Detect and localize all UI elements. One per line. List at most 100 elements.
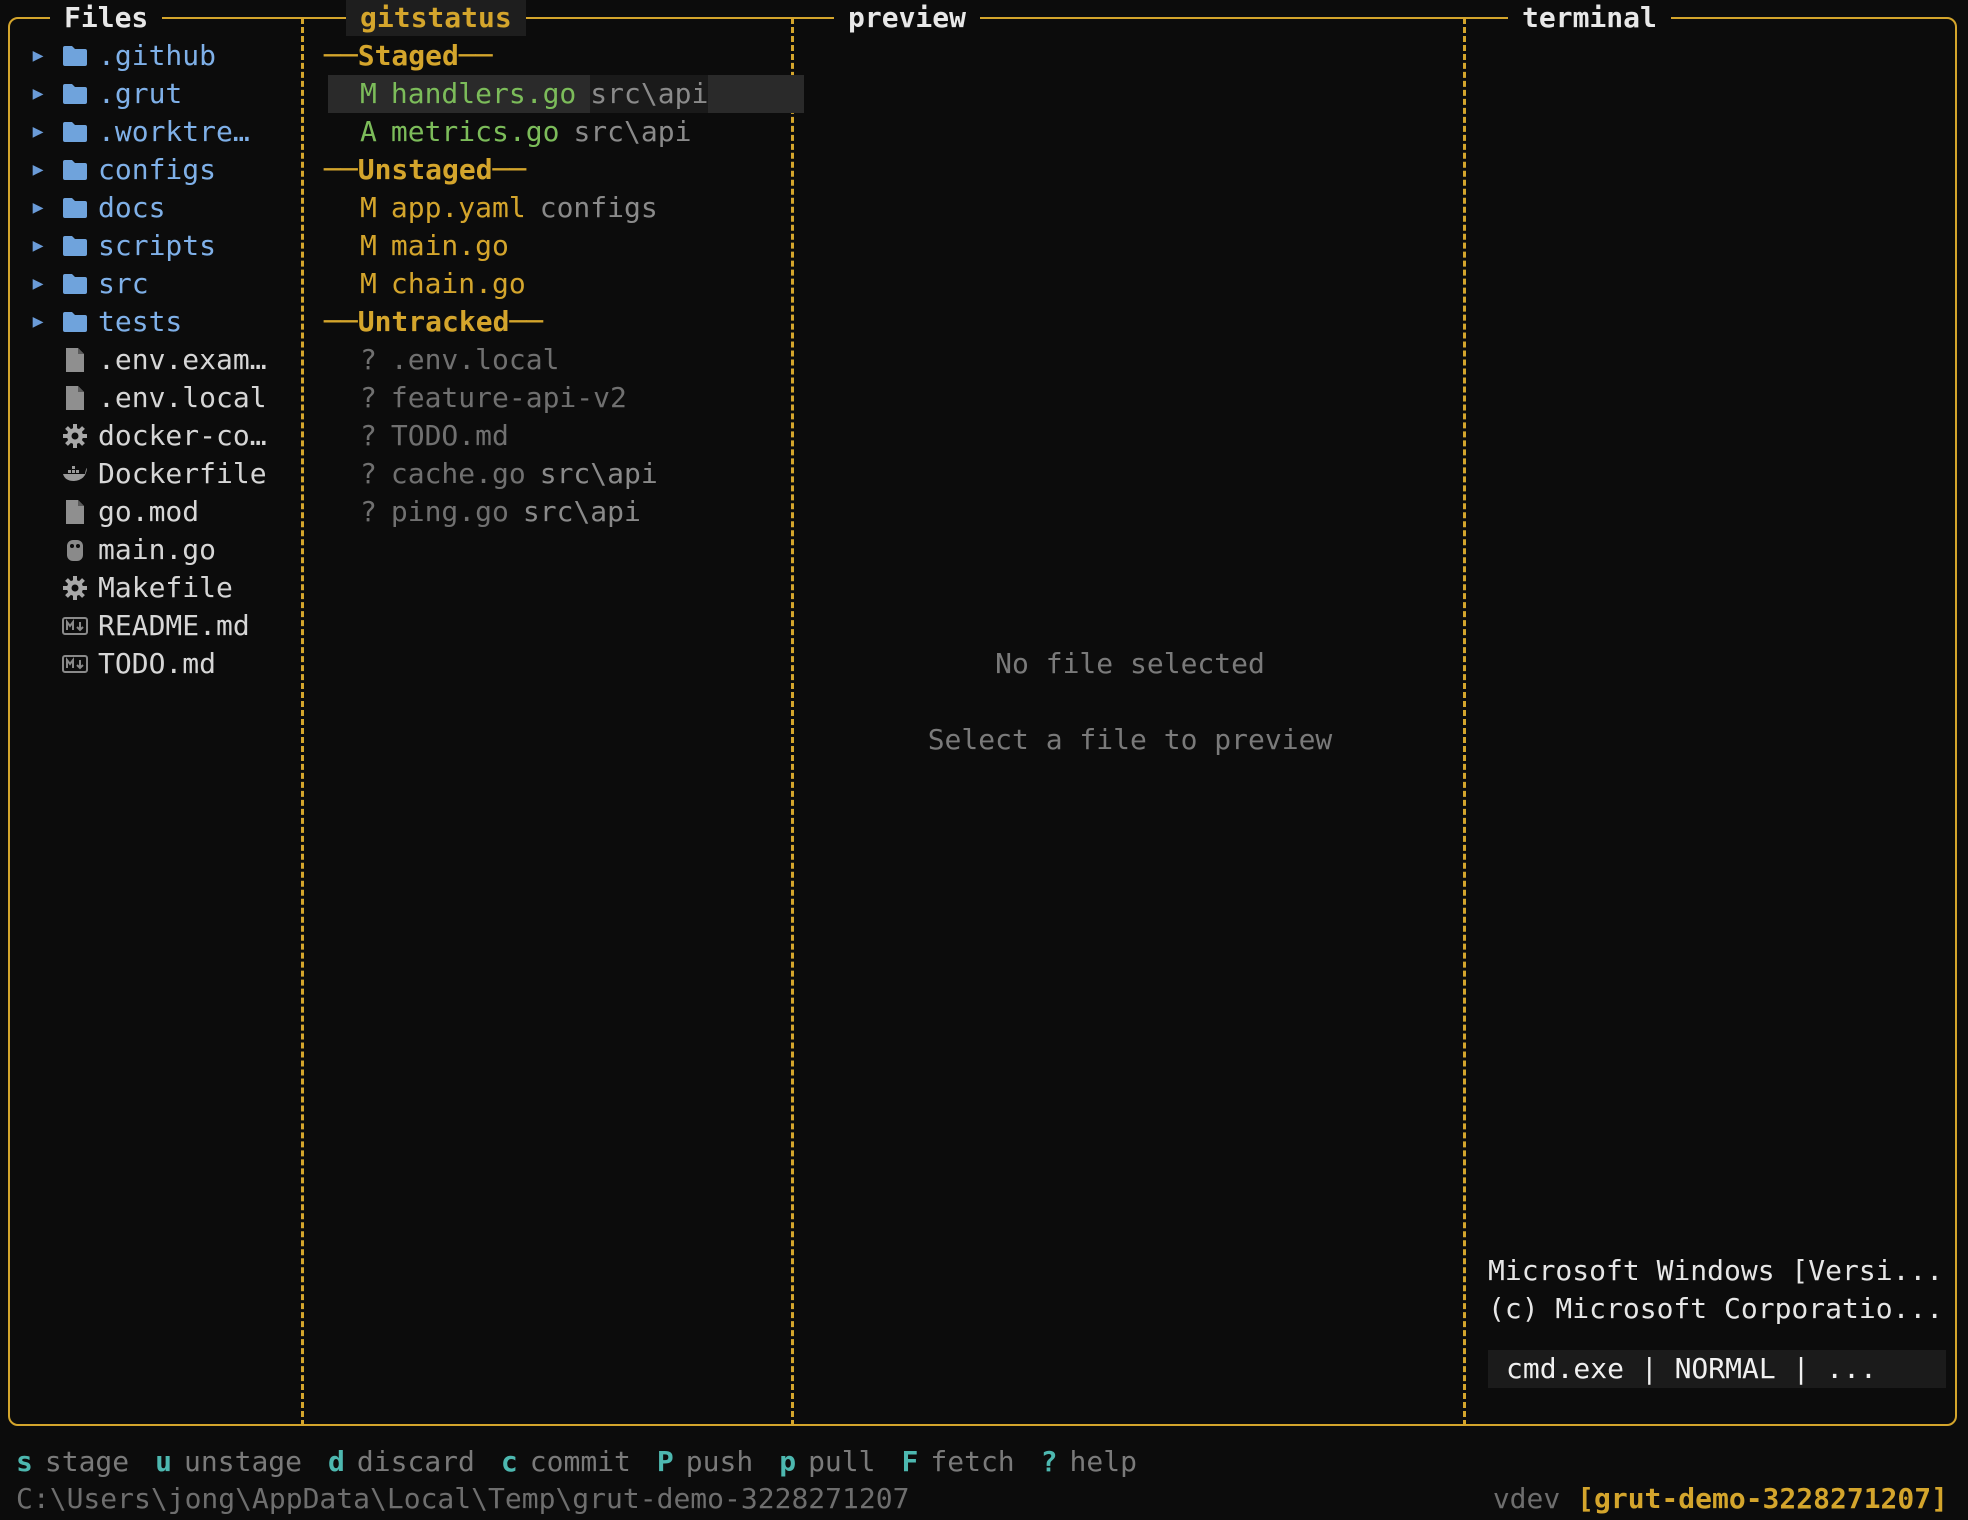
- file-tree-folder[interactable]: ▶ tests: [28, 303, 298, 341]
- markdown-icon: [60, 655, 90, 673]
- git-untracked-entry[interactable]: ? .env.local: [324, 341, 774, 379]
- git-unstaged-entry[interactable]: Mchain.go: [324, 265, 774, 303]
- git-file-path: src\api: [590, 75, 709, 113]
- pane-divider-files[interactable]: [301, 18, 304, 1426]
- keybind-label: stage: [44, 1445, 130, 1478]
- git-untracked-entry[interactable]: ? feature-api-v2: [324, 379, 774, 417]
- section-rule: ──: [458, 39, 493, 72]
- go-icon: [60, 537, 90, 563]
- file-tree-file[interactable]: Makefile: [28, 569, 298, 607]
- gear-icon: [60, 575, 90, 601]
- branch-label: [grut-demo-3228271207]: [1577, 1482, 1948, 1515]
- git-file-path: src\api: [539, 457, 658, 490]
- keybind-key: d: [328, 1445, 345, 1478]
- version-label: vdev: [1492, 1482, 1561, 1515]
- keybind-label: discard: [356, 1445, 475, 1478]
- git-status-code: ?: [360, 495, 377, 528]
- chevron-right-icon[interactable]: ▶: [28, 75, 48, 113]
- keybind-key: F: [901, 1445, 919, 1478]
- chevron-right-icon[interactable]: ▶: [28, 113, 48, 151]
- file-tree-file[interactable]: main.go: [28, 531, 298, 569]
- git-untracked-entry[interactable]: ? TODO.md: [324, 417, 774, 455]
- git-file-name: TODO.md: [390, 419, 509, 452]
- keybind-key: s: [16, 1445, 33, 1478]
- file-tree-label: tests: [98, 305, 183, 338]
- git-file-name: app.yaml: [390, 191, 526, 224]
- keybind-key: c: [500, 1445, 518, 1478]
- keybind-label: help: [1069, 1445, 1137, 1478]
- git-file-name: metrics.go: [390, 115, 560, 148]
- git-status-code: M: [360, 229, 377, 262]
- keybind-label: fetch: [930, 1445, 1015, 1478]
- folder-icon: [60, 235, 90, 257]
- files-pane-title[interactable]: Files: [50, 0, 163, 36]
- file-tree-label: docs: [98, 191, 166, 224]
- file-tree-label: .env.exam…: [98, 343, 267, 376]
- git-untracked-entry[interactable]: ? ping.go src\api: [324, 493, 774, 531]
- git-staged-entry[interactable]: Ametrics.go src\api: [324, 113, 774, 151]
- file-tree-label: configs: [98, 153, 217, 186]
- keybind-label: pull: [808, 1445, 876, 1478]
- file-tree-file[interactable]: Dockerfile: [28, 455, 298, 493]
- keybind-label: commit: [529, 1445, 631, 1478]
- file-tree-label: .env.local: [98, 381, 267, 414]
- chevron-right-icon[interactable]: ▶: [28, 227, 48, 265]
- file-tree-label: go.mod: [98, 495, 200, 528]
- git-status-code: ?: [360, 419, 377, 452]
- file-tree-file[interactable]: TODO.md: [28, 645, 298, 683]
- file-tree-folder[interactable]: ▶ .grut: [28, 75, 298, 113]
- file-tree-label: src: [98, 267, 149, 300]
- chevron-right-icon[interactable]: ▶: [28, 189, 48, 227]
- file-tree-file[interactable]: .env.exam…: [28, 341, 298, 379]
- chevron-right-icon[interactable]: ▶: [28, 37, 48, 75]
- git-unstaged-entry[interactable]: Mmain.go: [324, 227, 774, 265]
- file-tree-label: .github: [98, 39, 217, 72]
- file-tree-folder[interactable]: ▶ .worktre…: [28, 113, 298, 151]
- git-status-code: ?: [360, 457, 377, 490]
- file-tree-label: docker-co…: [98, 419, 267, 452]
- keybind-key: p: [779, 1445, 797, 1478]
- markdown-icon: [60, 617, 90, 635]
- chevron-right-icon[interactable]: ▶: [28, 151, 48, 189]
- git-staged-entry[interactable]: Mhandlers.go src\api: [328, 75, 804, 113]
- unstaged-section-header: ── Unstaged ──: [324, 151, 774, 189]
- untracked-section-header: ── Untracked ──: [324, 303, 774, 341]
- git-file-name: handlers.go: [390, 77, 577, 110]
- section-title: Staged: [357, 39, 459, 72]
- file-tree-folder[interactable]: ▶ src: [28, 265, 298, 303]
- section-title: Unstaged: [357, 153, 493, 186]
- folder-icon: [60, 83, 90, 105]
- file-tree-folder[interactable]: ▶ scripts: [28, 227, 298, 265]
- file-tree-folder[interactable]: ▶ configs: [28, 151, 298, 189]
- chevron-right-icon[interactable]: ▶: [28, 265, 48, 303]
- terminal-pane[interactable]: Microsoft Windows [Versi... (c) Microsof…: [1488, 1252, 1950, 1388]
- chevron-right-icon[interactable]: ▶: [28, 303, 48, 341]
- file-tree-file[interactable]: README.md: [28, 607, 298, 645]
- section-rule: ──: [509, 305, 544, 338]
- file-tree-file[interactable]: docker-co…: [28, 417, 298, 455]
- folder-icon: [60, 197, 90, 219]
- file-tree-label: README.md: [98, 609, 250, 642]
- git-status-code: ?: [360, 381, 377, 414]
- file-tree-folder[interactable]: ▶ docs: [28, 189, 298, 227]
- git-untracked-entry[interactable]: ? cache.go src\api: [324, 455, 774, 493]
- preview-empty-title: No file selected: [995, 647, 1265, 680]
- file-tree-file[interactable]: go.mod: [28, 493, 298, 531]
- terminal-output-line: Microsoft Windows [Versi...: [1488, 1254, 1944, 1287]
- git-status-code: ?: [360, 343, 377, 376]
- folder-icon: [60, 311, 90, 333]
- section-rule: ──: [324, 305, 358, 338]
- gitstatus-pane-title[interactable]: gitstatus: [346, 0, 526, 36]
- terminal-output-line: (c) Microsoft Corporatio...: [1488, 1292, 1944, 1325]
- terminal-pane-title[interactable]: terminal: [1508, 0, 1671, 36]
- folder-icon: [60, 159, 90, 181]
- folder-icon: [60, 45, 90, 67]
- file-tree-file[interactable]: .env.local: [28, 379, 298, 417]
- keybind-label: push: [685, 1445, 754, 1478]
- section-rule: ──: [492, 153, 527, 186]
- file-tree-folder[interactable]: ▶ .github: [28, 37, 298, 75]
- git-unstaged-entry[interactable]: Mapp.yaml configs: [324, 189, 774, 227]
- file-tree-label: Makefile: [98, 571, 233, 604]
- section-title: Untracked: [357, 305, 510, 338]
- pane-divider-git[interactable]: [791, 18, 794, 1426]
